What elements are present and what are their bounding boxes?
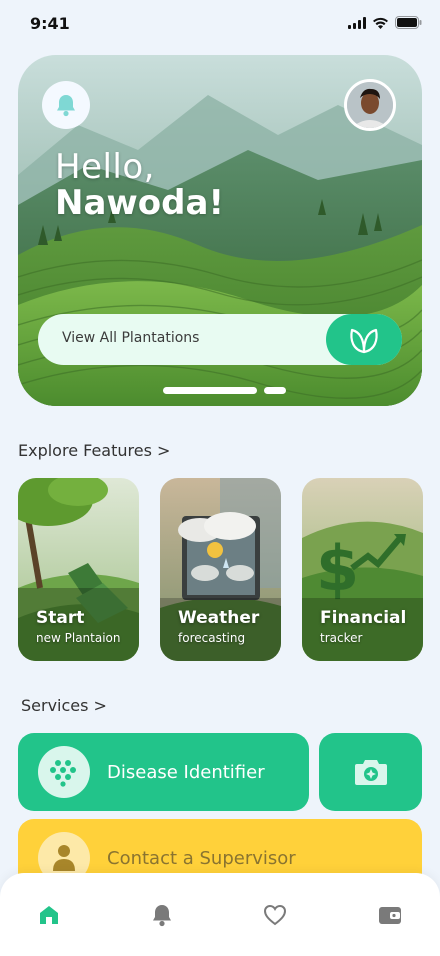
wifi-icon	[373, 17, 388, 29]
carousel-dot[interactable]	[264, 387, 286, 394]
feature-card-financial[interactable]: $ Financial tracker	[302, 478, 423, 661]
greeting-name: Nawoda!	[55, 183, 224, 223]
carousel-indicator	[163, 387, 286, 394]
hero-banner: Hello, Nawoda! View All Plantations	[18, 55, 422, 406]
feature-cards: Start new Plantaion Weather forecasting	[18, 478, 423, 661]
carousel-dot-active[interactable]	[163, 387, 257, 394]
feature-card-start-plantation[interactable]: Start new Plantaion	[18, 478, 139, 661]
virus-icon-circle	[38, 746, 90, 798]
nav-favorites[interactable]	[261, 901, 289, 929]
feature-subtitle: forecasting	[178, 631, 246, 645]
disease-identifier-label: Disease Identifier	[107, 761, 265, 783]
avatar-photo	[347, 82, 393, 128]
avatar[interactable]	[344, 79, 396, 131]
battery-icon	[395, 16, 422, 29]
heart-icon	[263, 904, 287, 926]
view-plantations-button[interactable]: View All Plantations	[38, 314, 402, 365]
bottom-navigation	[0, 873, 440, 956]
camera-button[interactable]	[319, 733, 422, 811]
status-time: 9:41	[30, 14, 70, 33]
feature-subtitle: new Plantaion	[36, 631, 121, 645]
status-bar: 9:41	[0, 0, 440, 48]
feature-subtitle: tracker	[320, 631, 363, 645]
nav-home[interactable]	[35, 901, 63, 929]
leaf-icon	[350, 328, 378, 353]
bell-icon	[153, 905, 171, 927]
virus-icon	[50, 760, 76, 787]
feature-title: Financial	[320, 608, 407, 628]
view-plantations-label: View All Plantations	[62, 330, 200, 346]
feature-title: Weather	[178, 608, 260, 628]
bell-icon	[57, 95, 75, 117]
contact-supervisor-label: Contact a Supervisor	[107, 847, 296, 869]
leaf-button[interactable]	[326, 314, 402, 365]
disease-identifier-button[interactable]: Disease Identifier	[18, 733, 309, 811]
notification-button[interactable]	[42, 81, 90, 129]
nav-notifications[interactable]	[148, 901, 176, 929]
greeting-line-1: Hello,	[55, 147, 155, 187]
signal-icon	[348, 16, 366, 29]
feature-card-weather[interactable]: Weather forecasting	[160, 478, 281, 661]
feature-title: Start	[36, 608, 85, 628]
home-icon	[40, 906, 58, 924]
nav-wallet[interactable]	[376, 901, 404, 929]
services-title[interactable]: Services >	[21, 696, 107, 715]
wallet-icon	[379, 907, 401, 924]
status-icons	[348, 16, 422, 29]
explore-features-title[interactable]: Explore Features >	[18, 441, 170, 460]
person-icon	[53, 845, 75, 871]
camera-icon	[354, 760, 387, 785]
